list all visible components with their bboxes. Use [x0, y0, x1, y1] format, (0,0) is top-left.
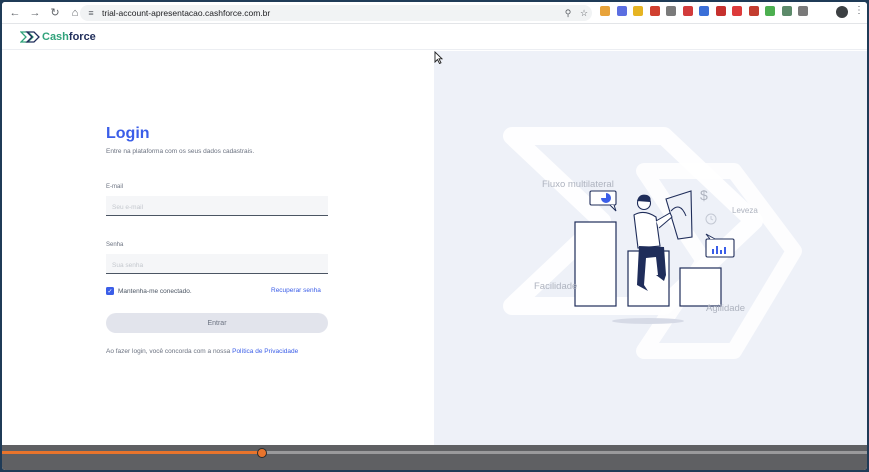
logo-text: Cashforce	[42, 31, 96, 43]
forward-arrow-icon[interactable]: →	[26, 4, 44, 22]
remember-me-row[interactable]: ✓ Mantenha-me conectado.	[106, 287, 192, 295]
bar-left	[574, 221, 617, 307]
extension-icon[interactable]	[682, 6, 693, 16]
email-field[interactable]	[106, 196, 328, 217]
bars-bubble	[705, 238, 735, 258]
mouse-cursor-icon	[434, 51, 443, 64]
extension-icon[interactable]	[616, 6, 627, 16]
email-label: E-mail	[106, 184, 124, 190]
terms-notice: Ao fazer login, você concorda com a noss…	[106, 348, 298, 355]
login-title: Login	[106, 125, 150, 142]
illustration-graphic	[503, 127, 802, 359]
bookmark-star-icon[interactable]: ☆	[576, 8, 592, 19]
email-input[interactable]	[106, 198, 328, 217]
currency-dollar-icon: $	[700, 187, 708, 203]
extensions-bar	[600, 6, 815, 16]
cashforce-logo-icon	[20, 31, 40, 43]
app-header: Cashforce	[2, 24, 867, 50]
profile-avatar[interactable]	[836, 6, 848, 18]
url-text[interactable]: trial-account-apresentacao.cashforce.com…	[102, 8, 560, 18]
reload-icon[interactable]: ↻	[46, 4, 64, 22]
extension-icon[interactable]	[666, 6, 676, 16]
bar-right	[679, 267, 722, 307]
video-scrubber[interactable]	[2, 445, 867, 470]
login-subtitle: Entre na plataforma com os seus dados ca…	[106, 148, 255, 155]
extension-icon[interactable]	[649, 6, 660, 16]
extension-icon[interactable]	[748, 6, 759, 16]
label-leveza: Leveza	[732, 206, 758, 215]
recover-password-link[interactable]: Recuperar senha	[271, 287, 321, 294]
label-facilidade: Facilidade	[534, 281, 578, 292]
extension-icon[interactable]	[633, 6, 643, 16]
extension-icon[interactable]	[715, 6, 726, 16]
menu-kebab-icon[interactable]: ⋮	[854, 5, 864, 16]
extension-icon[interactable]	[765, 6, 775, 16]
illustration-panel: Fluxo multilateral $ Leveza Facilidade A…	[434, 51, 867, 445]
password-field[interactable]	[106, 254, 328, 275]
browser-toolbar: ← → ↻ ⌂ ≡ trial-account-apresentacao.cas…	[2, 2, 867, 24]
remember-me-label[interactable]: Mantenha-me conectado.	[118, 288, 192, 295]
login-panel: Login Entre na plataforma com os seus da…	[2, 51, 434, 445]
scrubber-played	[2, 451, 262, 454]
scrubber-handle[interactable]	[256, 448, 267, 458]
extension-icon[interactable]	[781, 6, 792, 16]
extension-icon[interactable]	[798, 6, 808, 16]
extension-icon[interactable]	[699, 6, 709, 16]
logo-cash-text: Cash	[42, 31, 69, 43]
logo-force-text: force	[68, 31, 96, 43]
remember-me-checkbox[interactable]: ✓	[106, 287, 114, 295]
password-label: Senha	[106, 242, 124, 248]
password-key-icon[interactable]: ⚲	[560, 8, 576, 19]
site-settings-icon[interactable]: ≡	[84, 8, 98, 18]
figure-shadow	[612, 318, 684, 324]
label-agilidade: Agilidade	[706, 303, 746, 314]
screen-frame: ← → ↻ ⌂ ≡ trial-account-apresentacao.cas…	[2, 2, 867, 470]
login-submit-button[interactable]: Entrar	[106, 313, 328, 333]
back-arrow-icon[interactable]: ←	[6, 4, 24, 22]
terms-text: Ao fazer login, você concorda com a noss…	[106, 348, 231, 355]
password-input[interactable]	[106, 256, 328, 275]
cashforce-logo[interactable]: Cashforce	[20, 30, 96, 44]
address-bar[interactable]: ≡ trial-account-apresentacao.cashforce.c…	[80, 5, 592, 21]
extension-icon[interactable]	[600, 6, 610, 16]
extension-icon[interactable]	[732, 6, 742, 16]
label-fluxo-multilateral: Fluxo multilateral	[542, 179, 614, 190]
privacy-policy-link[interactable]: Política de Privacidade	[232, 348, 298, 355]
